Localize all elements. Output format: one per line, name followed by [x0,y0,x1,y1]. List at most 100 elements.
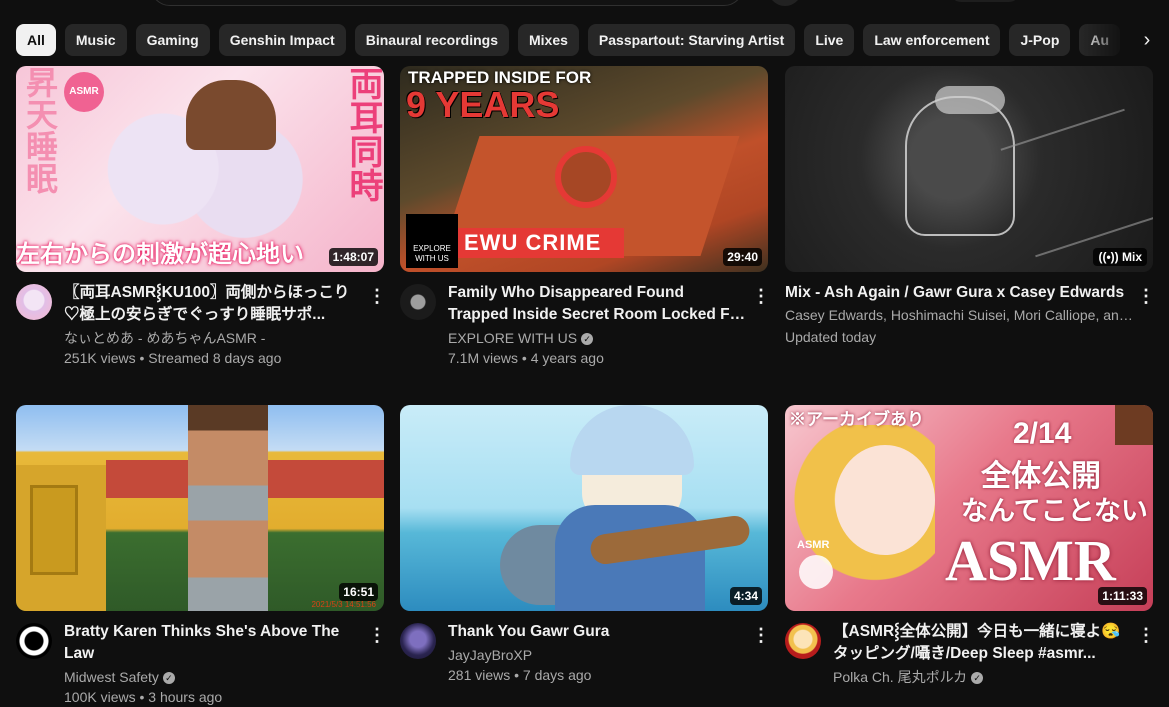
thumb-text-bottom: 左右からの刺激が超心地い [16,241,304,268]
verified-icon: ✓ [162,672,175,685]
chip-genshin-impact[interactable]: Genshin Impact [218,24,346,56]
video-stats: 7.1M views • 4 years ago [448,350,604,366]
channel-avatar[interactable] [16,623,52,659]
video-duration: 29:40 [723,248,762,266]
chip-binaural-recordings[interactable]: Binaural recordings [354,24,509,56]
building-door [30,485,78,575]
video-title[interactable]: Bratty Karen Thinks She's Above The Law [64,621,364,665]
search-input[interactable] [150,0,744,6]
video-duration: 1:48:07 [328,248,378,266]
person-figure [188,405,268,611]
chip-mixes[interactable]: Mixes [518,24,579,56]
chip-gaming[interactable]: Gaming [135,24,210,56]
chevron-right-icon[interactable]: › [1131,24,1163,56]
more-actions-icon[interactable]: ⋮ [368,284,386,308]
channel-avatar[interactable] [16,284,52,320]
video-meta: Mix - Ash Again / Gawr Gura x Casey Edwa… [785,282,1153,347]
video-meta: Thank You Gawr Gura JayJayBroXP 281 view… [448,621,748,685]
video-title[interactable]: Family Who Disappeared Found Trapped Ins… [448,282,748,326]
thumb-text-big: ASMR [945,528,1116,593]
chocolate-decor [1115,405,1153,445]
video-stats: Updated today [785,329,877,345]
more-actions-icon[interactable]: ⋮ [368,623,386,647]
mix-thumbnail[interactable]: ((•)) Mix [785,66,1153,272]
sketch-lines [1000,108,1153,258]
thumb-text-left: 昇天睡眠 [22,66,58,194]
channel-name[interactable]: Casey Edwards, Hoshimachi Suisei, Mori C… [785,305,1135,325]
character-face [835,445,935,555]
channel-name-text: EXPLORE WITH US [448,330,578,346]
mix-card[interactable]: ((•)) Mix Mix - Ash Again / Gawr Gura x … [785,66,1155,345]
video-stats: 281 views • 7 days ago [448,667,592,683]
video-meta: 〖両耳ASMR⸾KU100〗両側からほっこり♡極上の安らぎでぐっすり睡眠サポ..… [64,282,364,368]
video-title[interactable]: Mix - Ash Again / Gawr Gura x Casey Edwa… [785,282,1125,304]
video-meta: 【ASMR⸾全体公開】今日も一緒に寝よ😪タッピング/囁き/Deep Sleep … [833,621,1133,687]
more-actions-icon[interactable]: ⋮ [1137,623,1155,647]
video-duration: 4:34 [729,587,762,605]
channel-name[interactable]: なぃとめあ - めあちゃんASMR - [64,328,364,348]
mix-badge: ((•)) Mix [1093,248,1147,266]
mix-badge-label: Mix [1121,250,1142,264]
timestamp-stamp: 2021/5/3 14:51:56 [311,600,376,609]
channel-avatar[interactable] [785,623,821,659]
video-card[interactable]: ASMR 昇天睡眠 両耳同時 左右からの刺激が超心地い 1:48:07 〖両耳A… [16,66,386,366]
channel-name[interactable]: JayJayBroXP [448,645,748,665]
video-card[interactable]: ※アーカイブあり 2/14 全体公開 なんてことない ASMR ASMR 1:1… [785,405,1155,685]
video-title[interactable]: Thank You Gawr Gura [448,621,748,643]
video-meta: Bratty Karen Thinks She's Above The Law … [64,621,364,707]
character-hood [186,80,276,150]
headphone-icon [799,555,833,589]
video-title[interactable]: 【ASMR⸾全体公開】今日も一緒に寝よ😪タッピング/囁き/Deep Sleep … [833,621,1133,665]
thumb-text-date: 2/14 [1013,417,1072,450]
more-actions-icon[interactable]: ⋮ [752,284,770,308]
character-hair [570,405,694,475]
broadcast-icon: ((•)) [1098,250,1122,264]
more-actions-icon[interactable]: ⋮ [752,623,770,647]
header-action-button[interactable] [950,0,1020,2]
asmr-badge: ASMR [64,72,104,112]
video-meta: Family Who Disappeared Found Trapped Ins… [448,282,748,368]
video-thumbnail[interactable]: ※アーカイブあり 2/14 全体公開 なんてことない ASMR ASMR 1:1… [785,405,1153,611]
more-actions-icon[interactable]: ⋮ [1137,284,1155,308]
chip-j-pop[interactable]: J-Pop [1009,24,1071,56]
video-card[interactable]: 4:34 Thank You Gawr Gura JayJayBroXP 281… [400,405,770,683]
thumb-text-big: 9 YEARS [406,84,560,125]
chip-bar: All Music Gaming Genshin Impact Binaural rec… [16,24,1166,56]
top-bar [0,0,1169,10]
video-thumbnail[interactable]: 4:34 [400,405,768,611]
explore-logo: EXPLORE WITH US [406,214,458,268]
video-duration: 1:11:33 [1098,587,1147,605]
video-stats: 100K views • 3 hours ago [64,689,223,705]
thumb-text-top: ※アーカイブあり [789,410,924,429]
red-circle-marker [555,146,617,208]
video-thumbnail[interactable]: ASMR 昇天睡眠 両耳同時 左右からの刺激が超心地い 1:48:07 [16,66,384,272]
video-thumbnail[interactable]: 2021/5/3 14:51:56 16:51 [16,405,384,611]
channel-avatar[interactable] [400,623,436,659]
video-card[interactable]: TRAPPED INSIDE FOR 9 YEARS EXPLORE WITH … [400,66,770,366]
voice-search-button[interactable] [768,0,802,6]
chip-music[interactable]: Music [64,24,127,56]
character-sketch [905,96,1015,236]
video-title[interactable]: 〖両耳ASMR⸾KU100〗両側からほっこり♡極上の安らぎでぐっすり睡眠サポ..… [64,282,364,326]
chip-passpartout[interactable]: Passpartout: Starving Artist [587,24,796,56]
chip-law-enforcement[interactable]: Law enforcement [863,24,1001,56]
channel-avatar[interactable] [400,284,436,320]
channel-name-text: Polka Ch. 尾丸ポルカ [833,669,968,685]
video-card[interactable]: 2021/5/3 14:51:56 16:51 Bratty Karen Thi… [16,405,386,705]
chip-live[interactable]: Live [804,24,855,56]
thumb-text-right: 両耳同時 [344,66,382,202]
verified-icon: ✓ [971,672,984,685]
channel-name-text: Midwest Safety [64,669,159,685]
asmr-badge: ASMR [797,539,830,551]
video-thumbnail[interactable]: TRAPPED INSIDE FOR 9 YEARS EXPLORE WITH … [400,66,768,272]
video-duration: 16:51 [339,583,378,601]
channel-name[interactable]: EXPLORE WITH US ✓ [448,328,748,348]
thumb-text-bottom: EWU CRIME [458,228,624,258]
hand-sketch [935,86,1005,114]
verified-icon: ✓ [581,333,594,346]
channel-name[interactable]: Polka Ch. 尾丸ポルカ ✓ [833,667,1133,687]
thumb-text-mid2: なんてことない [961,496,1148,526]
chip-all[interactable]: All [16,24,56,56]
video-stats: 251K views • Streamed 8 days ago [64,350,282,366]
channel-name[interactable]: Midwest Safety ✓ [64,667,364,687]
